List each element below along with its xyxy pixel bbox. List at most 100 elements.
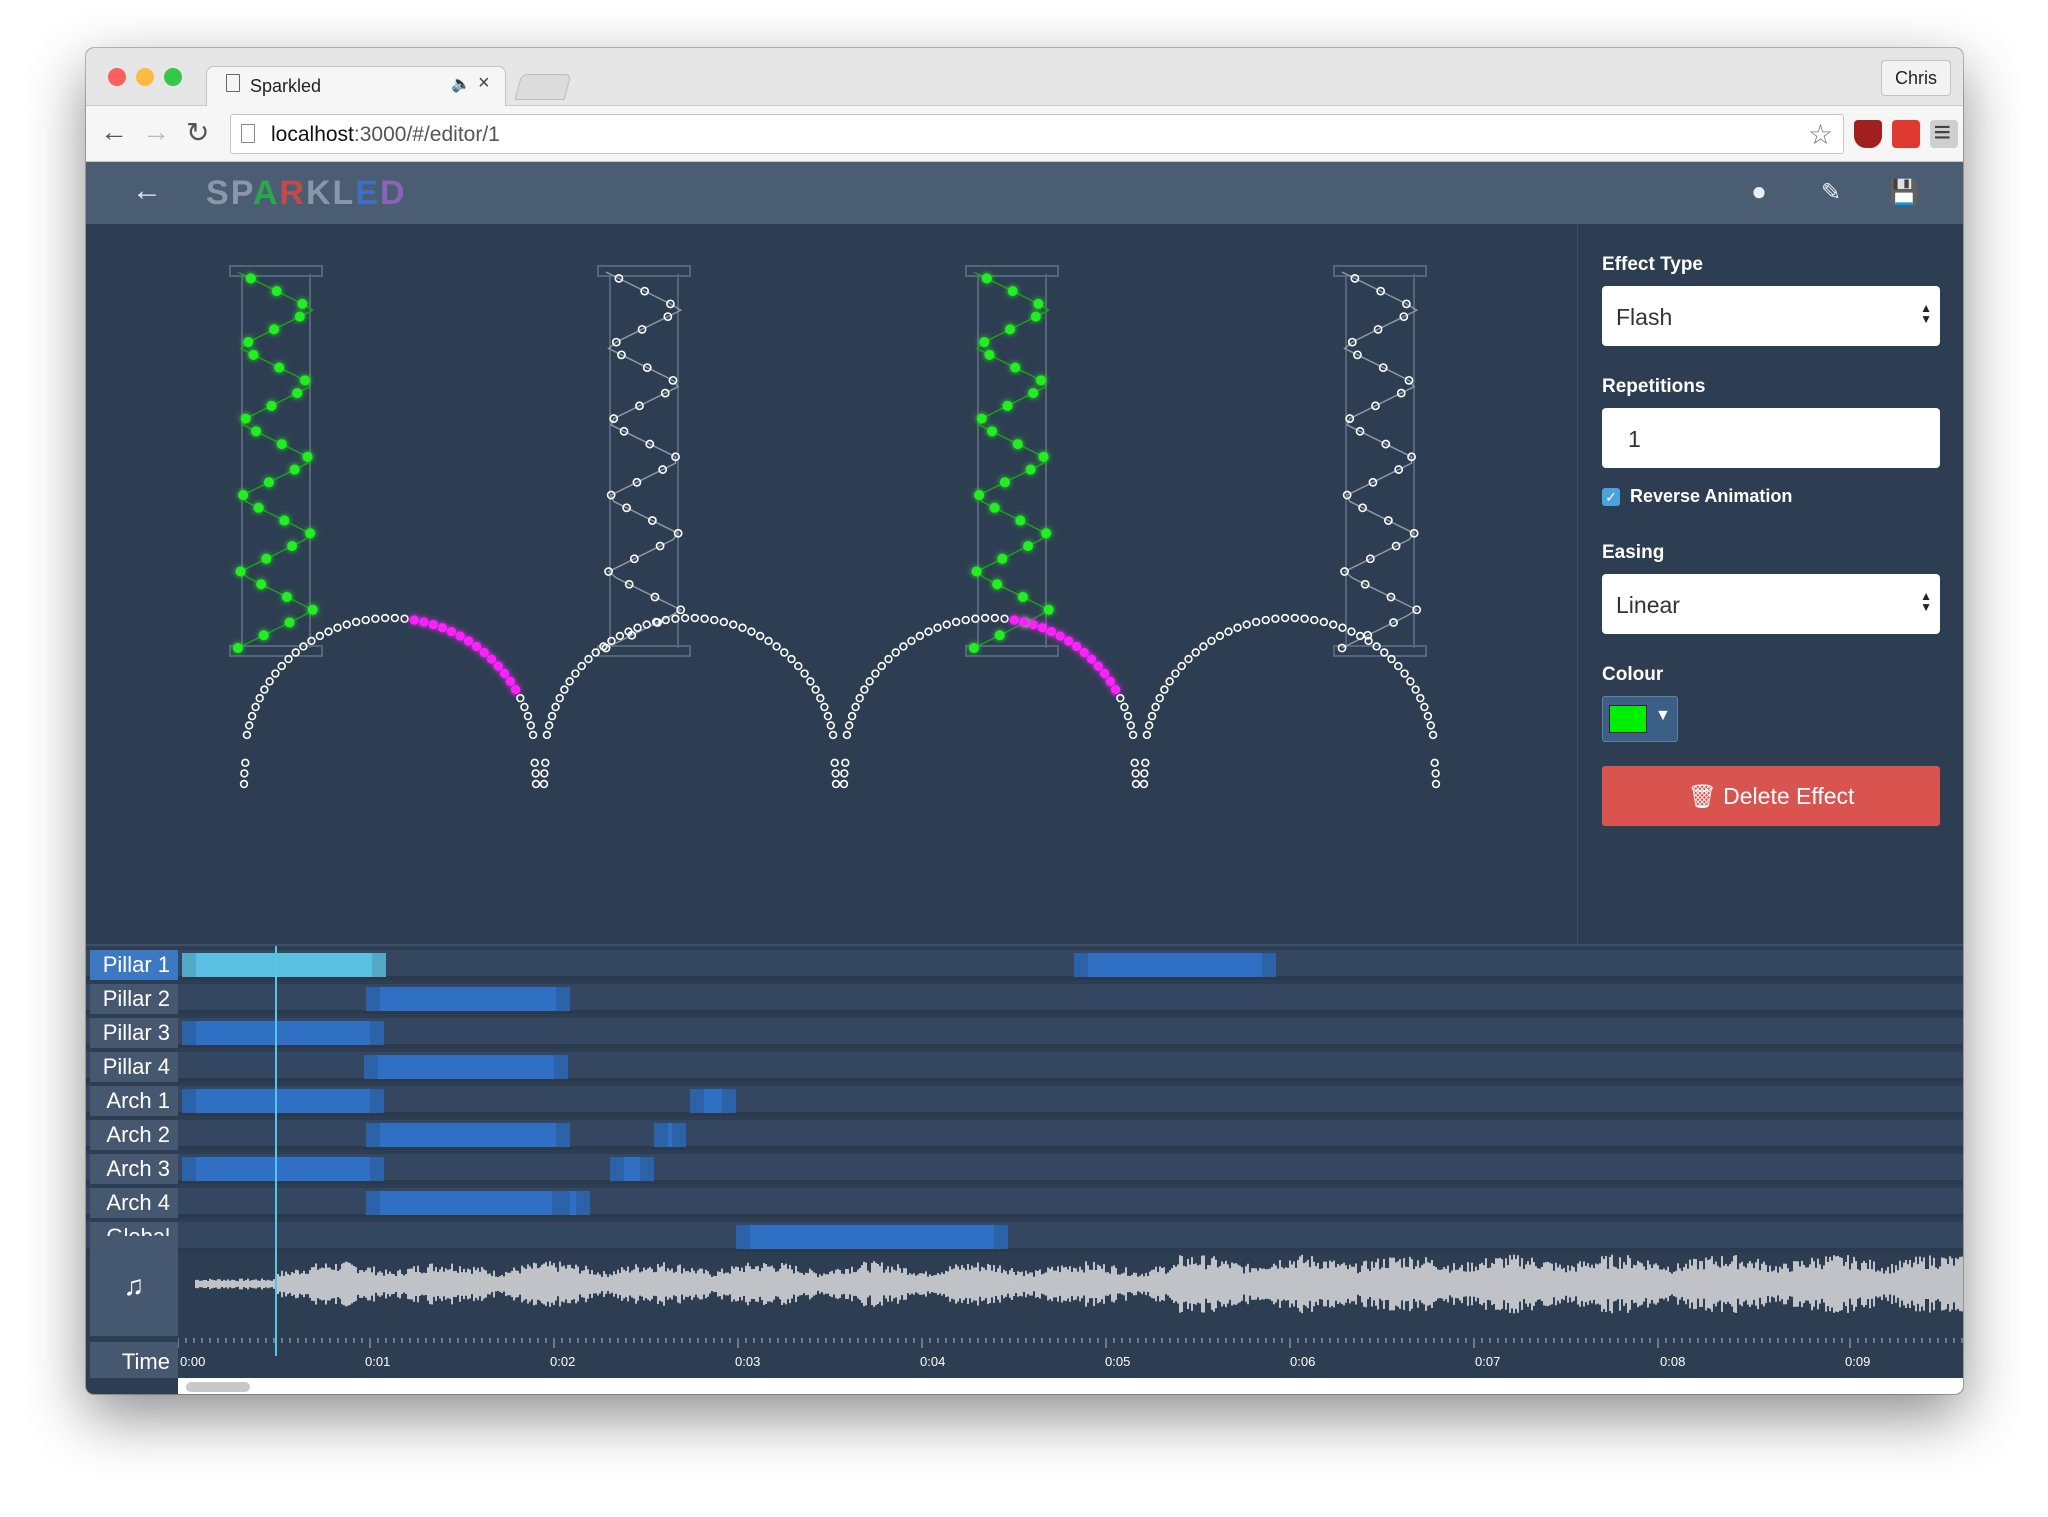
led-pixel <box>994 630 1005 641</box>
effect-block[interactable] <box>1074 953 1276 977</box>
new-tab-button[interactable] <box>514 74 572 100</box>
speaker-icon[interactable]: 🔈 <box>451 74 471 94</box>
pillar-wire <box>1341 271 1419 649</box>
repetitions-label: Repetitions <box>1602 376 1706 397</box>
delete-effect-button[interactable]: 🗑 Delete Effect <box>1602 766 1940 826</box>
led-pixel <box>265 677 274 686</box>
led-pixel <box>1141 758 1150 768</box>
led-pixel <box>1128 730 1138 740</box>
effect-block[interactable] <box>366 1123 570 1147</box>
save-icon[interactable]: 💾 <box>1889 180 1919 206</box>
effect-block[interactable] <box>364 1055 568 1079</box>
led-pixel <box>455 631 465 641</box>
address-bar[interactable]: localhost:3000/#/editor/1 ☆ <box>230 114 1844 154</box>
reverse-animation-label: Reverse Animation <box>1630 486 1793 506</box>
effect-block[interactable] <box>654 1123 686 1147</box>
led-pixel <box>980 613 990 623</box>
led-pixel <box>531 769 540 778</box>
led-pixel <box>830 758 839 768</box>
timeline-row[interactable]: Arch 3 <box>86 1154 1963 1184</box>
timeline-row-label[interactable]: Arch 1 <box>90 1086 178 1116</box>
effect-block[interactable] <box>556 1191 590 1215</box>
effect-block[interactable] <box>366 1191 566 1215</box>
timeline-row[interactable]: Pillar 2 <box>86 984 1963 1014</box>
stop-icon[interactable]: ⏺ <box>1746 180 1772 206</box>
timeline-row-label[interactable]: Arch 3 <box>90 1154 178 1184</box>
led-pixel <box>274 362 285 373</box>
led-pixel <box>1005 324 1016 335</box>
ublock-icon[interactable] <box>1854 120 1882 148</box>
colour-picker[interactable]: ▼ <box>1602 696 1678 742</box>
led-pixel <box>615 631 625 641</box>
back-arrow-icon[interactable]: ← <box>132 174 162 208</box>
timeline-row[interactable]: Arch 4 <box>86 1188 1963 1218</box>
delete-effect-label: Delete Effect <box>1723 783 1855 809</box>
led-pixel <box>942 620 951 629</box>
browser-toolbar: ← → ↻ localhost:3000/#/editor/1 ☆ ≡ <box>86 106 1963 162</box>
effect-block[interactable] <box>182 953 386 977</box>
led-pixel <box>847 711 857 721</box>
ruler-tick-label: 0:06 <box>1290 1354 1315 1369</box>
led-pixel <box>844 721 854 730</box>
tab-title: Sparkled <box>250 76 322 96</box>
effect-block[interactable] <box>182 1021 384 1045</box>
effect-block[interactable] <box>690 1089 736 1113</box>
led-pixel <box>233 643 243 653</box>
led-pixel <box>1233 623 1242 632</box>
effect-block[interactable] <box>182 1089 384 1113</box>
led-pixel <box>772 642 781 651</box>
timeline-row-label[interactable]: Pillar 2 <box>90 984 178 1014</box>
timeline-scrollbar[interactable] <box>178 1378 1963 1394</box>
timeline-row-label[interactable]: Arch 4 <box>90 1188 178 1218</box>
easing-value: Linear <box>1616 592 1680 618</box>
timeline-row[interactable]: Arch 2 <box>86 1120 1963 1150</box>
zoom-window-button[interactable] <box>164 68 182 86</box>
reverse-animation-checkbox[interactable]: ✓ <box>1602 488 1620 506</box>
playhead[interactable] <box>275 946 277 1356</box>
timeline-row[interactable]: Arch 1 <box>86 1086 1963 1116</box>
timeline-row-label[interactable]: Arch 2 <box>90 1120 178 1150</box>
led-pixel <box>1012 439 1023 450</box>
timeline-row-label[interactable]: Pillar 1 <box>90 950 178 980</box>
scrollbar-thumb[interactable] <box>186 1382 250 1392</box>
back-arrow-icon[interactable]: ← <box>100 116 128 148</box>
bookmark-star-icon[interactable]: ☆ <box>1808 118 1833 151</box>
easing-select[interactable]: Linear ▲ ▼ <box>1602 574 1940 634</box>
led-pixel <box>1017 592 1028 603</box>
profile-button[interactable]: Chris <box>1881 60 1951 96</box>
led-pixel <box>979 337 990 348</box>
forward-arrow-icon[interactable]: → <box>142 116 170 148</box>
hamburger-menu-icon[interactable]: ≡ <box>1933 116 1951 150</box>
led-pixel <box>1028 619 1038 630</box>
led-pixel <box>738 623 747 632</box>
effect-type-select[interactable]: Flash ▲ ▼ <box>1602 286 1940 346</box>
led-pixel <box>571 669 580 678</box>
led-pixel <box>1431 769 1440 778</box>
audio-waveform[interactable] <box>178 1234 1963 1334</box>
effect-block[interactable] <box>182 1157 384 1181</box>
repetitions-input[interactable]: 1 <box>1602 408 1940 468</box>
timeline-row[interactable]: Pillar 3 <box>86 1018 1963 1048</box>
led-pixel <box>291 648 300 657</box>
led-pixel <box>984 349 995 360</box>
reload-icon[interactable]: ↻ <box>186 116 209 149</box>
effect-block[interactable] <box>366 987 570 1011</box>
led-pixel <box>1338 623 1347 632</box>
time-ruler[interactable]: 0:00 0:01 0:02 0:03 0:04 0:05 0:06 0:07 0:08 0:09 <box>178 1338 1963 1378</box>
timeline-row-label[interactable]: Pillar 4 <box>90 1052 178 1082</box>
minimize-window-button[interactable] <box>136 68 154 86</box>
led-pixel <box>263 477 274 488</box>
close-window-button[interactable] <box>108 68 126 86</box>
tab-strip: Sparkled 🔈 × Chris <box>86 48 1963 107</box>
timeline-row[interactable]: Pillar 4 <box>86 1052 1963 1082</box>
led-pixel <box>472 641 482 652</box>
effect-block[interactable] <box>610 1157 654 1181</box>
led-pixel <box>1079 647 1089 658</box>
led-pixel <box>277 661 286 671</box>
led-pixel <box>1142 730 1152 740</box>
close-tab-icon[interactable]: × <box>478 72 490 95</box>
timeline-row-label[interactable]: Pillar 3 <box>90 1018 178 1048</box>
magic-wand-icon[interactable]: ✎ <box>1818 180 1844 206</box>
timeline-row[interactable]: Pillar 1 <box>86 950 1963 980</box>
lastpass-icon[interactable] <box>1892 120 1920 148</box>
